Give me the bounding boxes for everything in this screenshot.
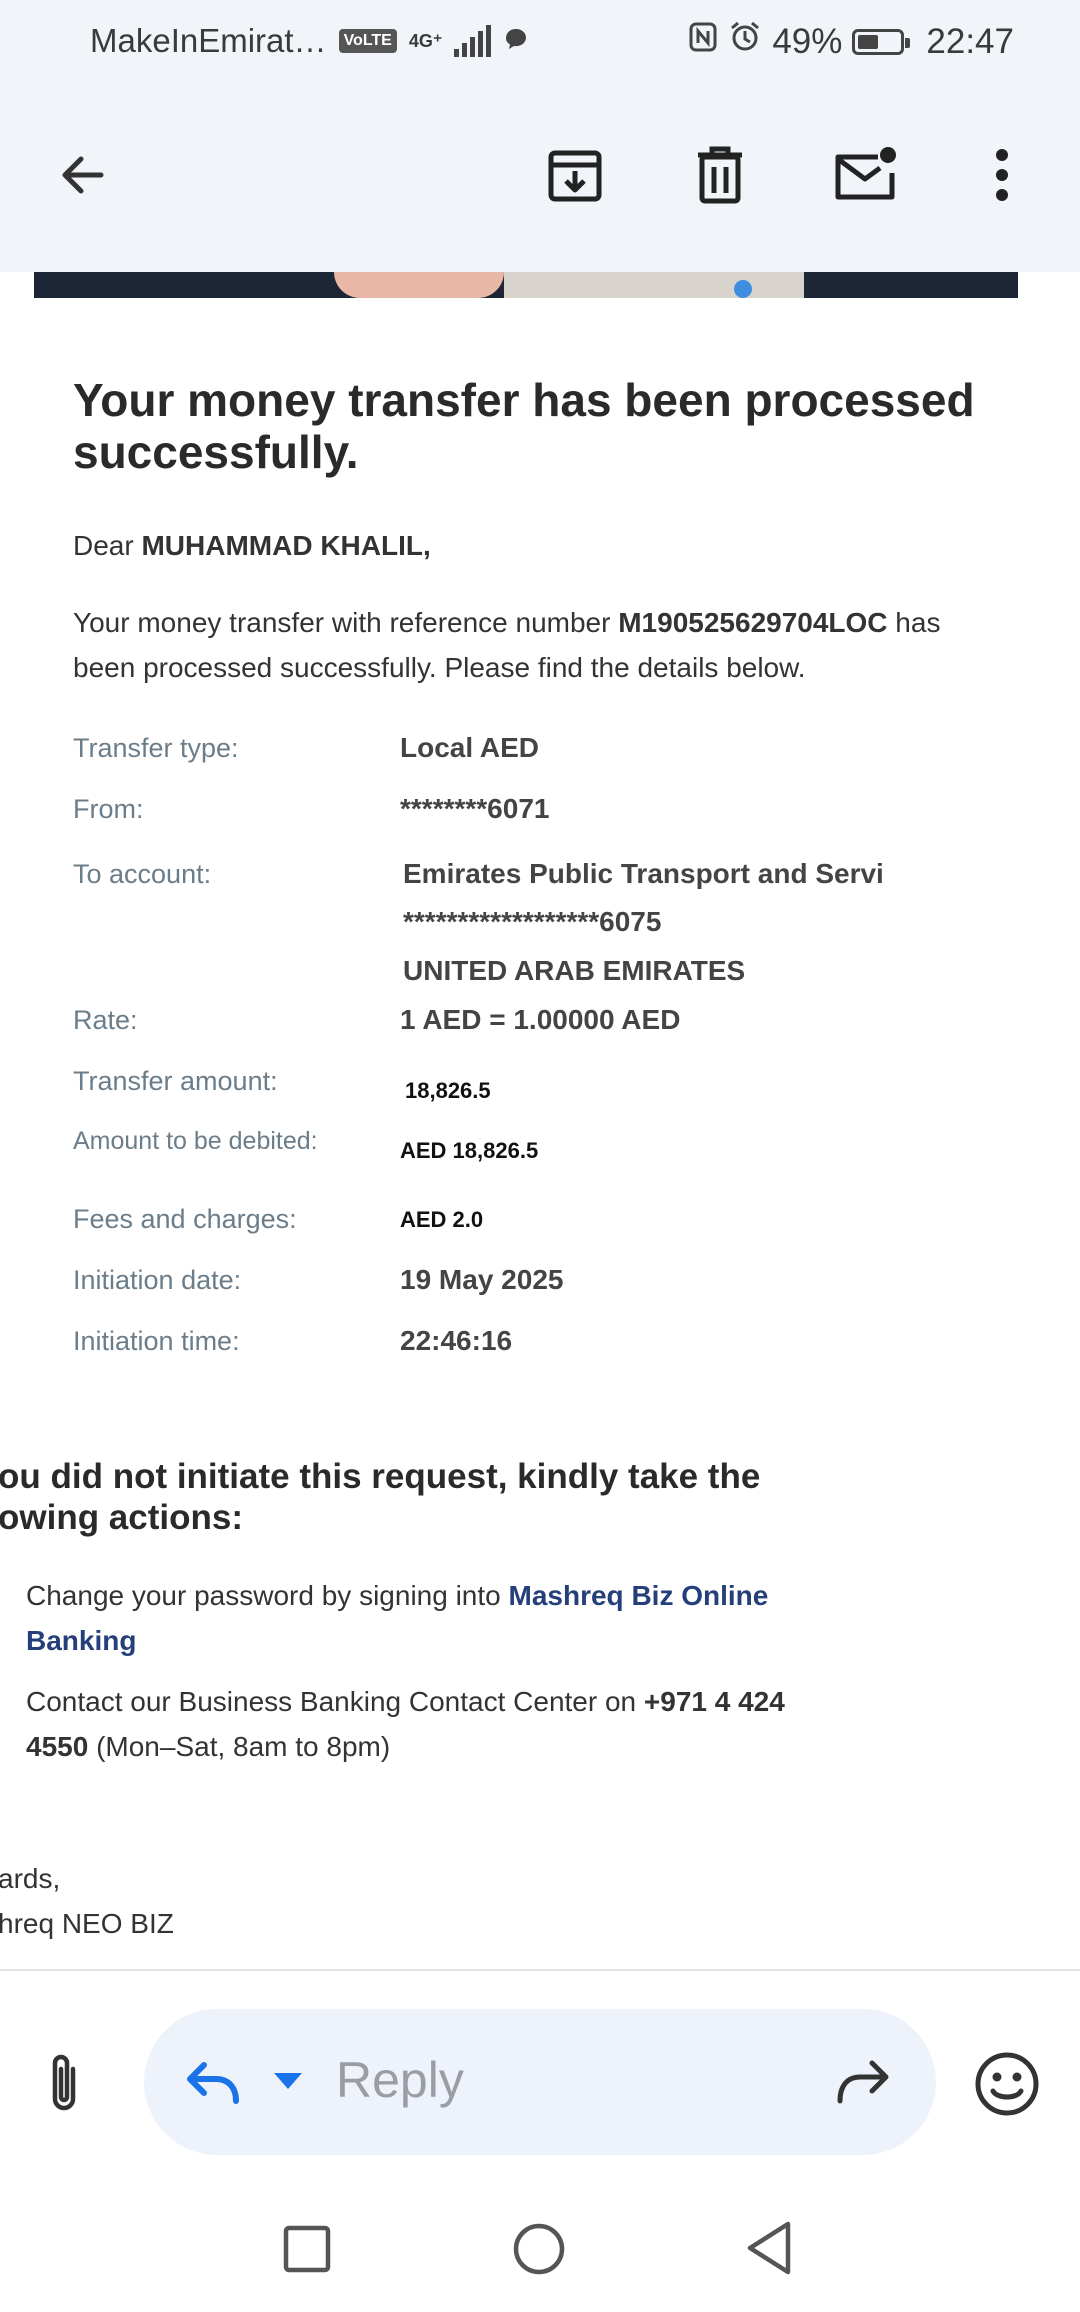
recents-button[interactable] [282, 2224, 332, 2279]
action-contact-center: Contact our Business Banking Contact Cen… [26, 1679, 826, 1769]
signoff: ards, hreq NEO BIZ [0, 1856, 798, 1946]
carrier-name: MakeInEmirat… [90, 22, 327, 59]
to-account-name: Emirates Public Transport and Servi [403, 858, 884, 889]
network-type: 4G⁺ [408, 30, 443, 51]
rate-label: Rate: [73, 1005, 138, 1035]
status-bar: MakeInEmirat… VoLTE 4G⁺ 49% 22:47 [0, 0, 1080, 84]
customer-name: MUHAMMAD KHALIL, [141, 530, 431, 561]
fees-value: AED 2.0 [400, 1207, 484, 1232]
archive-button[interactable] [530, 130, 620, 220]
warning-line-2: owing actions: [0, 1498, 243, 1537]
action2-text: Contact our Business Banking Contact Cen… [26, 1686, 644, 1717]
forward-icon [837, 2060, 889, 2104]
nfc-icon [688, 21, 718, 62]
email-title: Your money transfer has been processed s… [73, 374, 975, 478]
reply-options-dropdown[interactable] [272, 2071, 304, 2096]
email-header-image [34, 272, 1018, 298]
initiation-time-label: Initiation time: [73, 1326, 240, 1356]
archive-icon [548, 150, 602, 202]
security-warning-title: ou did not initiate this request, kindly… [0, 1456, 898, 1538]
trash-icon [698, 146, 742, 204]
top-app-bar: MakeInEmirat… VoLTE 4G⁺ 49% 22:47 [0, 0, 1080, 272]
circle-icon [513, 2223, 565, 2275]
warning-line-1: ou did not initiate this request, kindly… [0, 1457, 761, 1496]
intro-paragraph: Your money transfer with reference numbe… [73, 600, 1003, 690]
emoji-button[interactable] [972, 2049, 1042, 2124]
rate-value: 1 AED = 1.00000 AED [400, 1004, 681, 1035]
triangle-back-icon [747, 2221, 791, 2275]
more-vertical-icon [996, 149, 1008, 201]
intro-prefix: Your money transfer with reference numbe… [73, 607, 619, 638]
signoff-line-2: hreq NEO BIZ [0, 1908, 174, 1939]
action-change-password: Change your password by signing into Mas… [26, 1573, 826, 1663]
toolbar [0, 130, 1080, 230]
mark-unread-button[interactable] [820, 130, 910, 220]
emoji-icon [975, 2052, 1039, 2116]
clock: 22:47 [926, 21, 1014, 61]
paperclip-icon [52, 2054, 76, 2111]
back-button[interactable] [38, 130, 128, 220]
chat-bubble-icon [503, 22, 529, 60]
system-nav-bar [0, 2190, 1080, 2312]
contact-phone-line2[interactable]: 4550 [26, 1731, 88, 1762]
contact-hours: (Mon–Sat, 8am to 8pm) [88, 1731, 391, 1762]
fees-label: Fees and charges: [73, 1204, 297, 1234]
signal-icon [454, 25, 492, 57]
to-account-country: UNITED ARAB EMIRATES [403, 955, 746, 986]
greeting-prefix: Dear [73, 530, 142, 561]
transfer-amount-value: 18,826.5 [405, 1078, 491, 1103]
from-label: From: [73, 794, 144, 824]
battery-icon [852, 28, 911, 55]
volte-icon: VoLTE [338, 29, 397, 53]
amount-debited-label: Amount to be debited: [73, 1127, 318, 1155]
from-value: ********6071 [400, 793, 550, 824]
caret-down-icon [274, 2073, 302, 2089]
reply-icon [187, 2062, 239, 2104]
action1-text: Change your password by signing into [26, 1580, 509, 1611]
amount-debited-value: AED 18,826.5 [400, 1138, 539, 1163]
initiation-date-value: 19 May 2025 [400, 1264, 564, 1295]
link-text-1: Mashreq Biz Online [508, 1580, 769, 1611]
attach-button[interactable] [40, 2049, 100, 2119]
arrow-left-icon [62, 156, 104, 194]
nav-back-button[interactable] [744, 2220, 794, 2281]
home-button[interactable] [512, 2222, 566, 2281]
initiation-date-label: Initiation date: [73, 1265, 242, 1295]
transfer-type-value: Local AED [400, 732, 539, 763]
transfer-type-label: Transfer type: [73, 733, 239, 763]
contact-phone-line1[interactable]: +971 4 424 [644, 1686, 785, 1717]
signoff-line-1: ards, [0, 1863, 61, 1894]
to-account-number: ******************6075 [403, 906, 662, 937]
link-text-2: Banking [26, 1625, 137, 1656]
greeting: Dear MUHAMMAD KHALIL, [73, 523, 1013, 568]
initiation-time-value: 22:46:16 [400, 1325, 513, 1356]
square-icon [283, 2225, 331, 2273]
alarm-icon [728, 20, 762, 63]
transfer-amount-label: Transfer amount: [73, 1066, 278, 1096]
delete-button[interactable] [675, 130, 765, 220]
forward-button[interactable] [834, 2057, 892, 2112]
reference-number: M190525629704LOC [618, 607, 888, 638]
battery-percent: 49% [772, 21, 843, 61]
mail-unread-icon [835, 147, 896, 200]
more-options-button[interactable] [957, 130, 1047, 220]
reply-field[interactable]: Reply [144, 2009, 936, 2155]
reply-button[interactable] [184, 2053, 244, 2114]
reply-placeholder: Reply [336, 2052, 464, 2108]
to-account-label: To account: [73, 859, 212, 889]
